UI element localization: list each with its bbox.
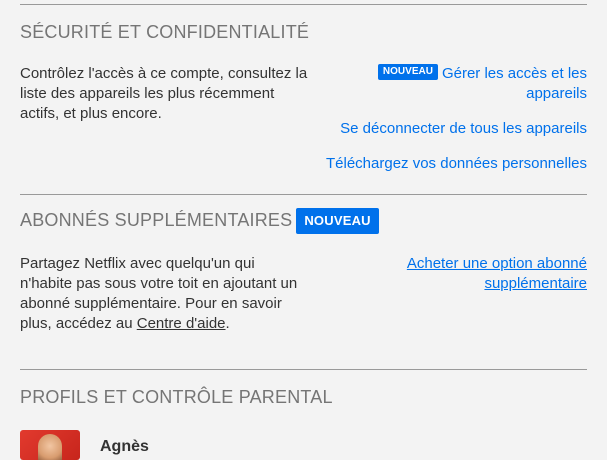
- extra-members-text-end: .: [225, 315, 230, 332]
- manage-access-link[interactable]: Gérer les accès et les appareils: [442, 65, 587, 102]
- help-center-link[interactable]: Centre d'aide: [137, 315, 226, 332]
- security-description: Contrôlez l'accès à ce compte, consultez…: [20, 65, 308, 122]
- avatar-image: [38, 434, 62, 460]
- extra-members-heading-text: ABONNÉS SUPPLÉMENTAIRES: [20, 209, 293, 230]
- security-heading: SÉCURITÉ ET CONFIDENTIALITÉ: [20, 22, 310, 42]
- extra-members-description: Partagez Netflix avec quelqu'un qui n'ha…: [20, 254, 305, 334]
- divider: [20, 369, 587, 370]
- new-badge: NOUVEAU: [377, 64, 438, 81]
- extra-members-heading: ABONNÉS SUPPLÉMENTAIRES NOUVEAU: [20, 208, 379, 234]
- extra-members-links: Acheter une option abonné supplémentaire: [377, 254, 587, 294]
- divider: [20, 4, 587, 5]
- buy-extra-member-link[interactable]: Acheter une option abonné supplémentaire: [407, 255, 587, 292]
- download-personal-data-link[interactable]: Téléchargez vos données personnelles: [326, 155, 587, 172]
- divider: [20, 194, 587, 195]
- security-links: NOUVEAU Gérer les accès et les appareils …: [317, 64, 587, 174]
- new-badge: NOUVEAU: [296, 208, 379, 234]
- profiles-heading: PROFILS ET CONTRÔLE PARENTAL: [20, 387, 333, 407]
- sign-out-all-devices-link[interactable]: Se déconnecter de tous les appareils: [340, 120, 587, 137]
- profile-avatar[interactable]: [20, 430, 80, 460]
- profile-name[interactable]: Agnès: [100, 438, 149, 456]
